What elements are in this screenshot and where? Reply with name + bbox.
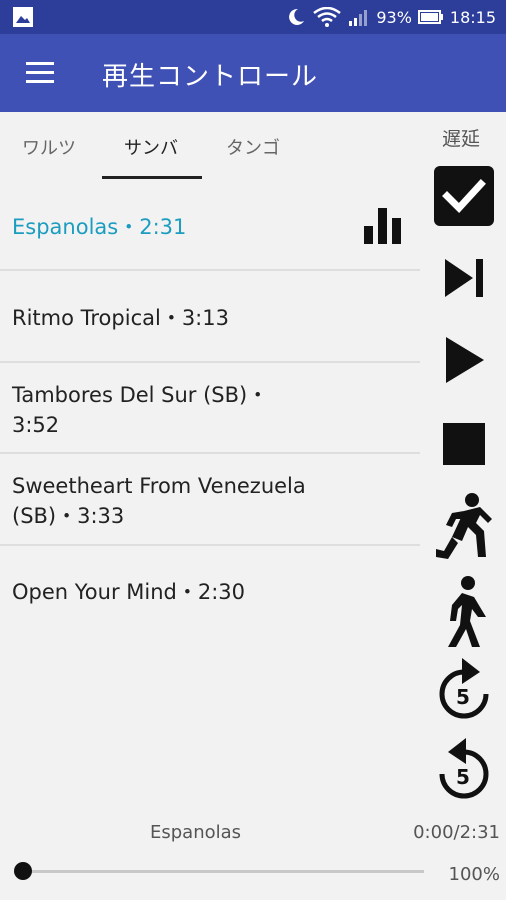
svg-text:5: 5 [456,685,470,709]
replay-5-icon: 5 [439,738,489,799]
walk-icon [448,576,486,647]
clock: 18:15 [449,7,496,27]
tab-waltz[interactable]: ワルツ [22,134,76,160]
track-label: Ritmo Tropical・3:13 [12,306,229,330]
delay-checkbox[interactable] [432,164,496,228]
seek-bar[interactable] [22,870,424,873]
run-icon [436,493,492,559]
track-label: Sweetheart From Venezuela (SB)・3:33 [12,474,306,528]
page-title: 再生コントロール [102,62,319,92]
stop-icon [443,423,485,465]
track-label: Open Your Mind・2:30 [12,580,246,604]
divider [0,269,420,271]
wifi-icon [313,7,342,27]
track-label: Espanolas・2:31 [12,215,187,239]
battery-percent: 93% [376,7,412,27]
delay-label: 遅延 [442,128,481,150]
replay-5-button[interactable]: 5 [432,734,496,808]
forward-5-icon: 5 [439,658,489,719]
svg-text:5: 5 [456,765,470,789]
time-readout: 0:00/2:31 [413,822,500,843]
now-playing-title: Espanolas [150,822,242,843]
seek-thumb[interactable] [14,862,32,880]
app-bar: 再生コントロール [0,34,506,112]
divider [0,361,420,363]
active-tab-indicator [102,176,202,179]
divider [0,452,420,454]
tab-tango[interactable]: タンゴ [226,134,280,160]
battery-icon [417,10,443,24]
play-button[interactable] [432,328,496,392]
forward-5-button[interactable]: 5 [432,654,496,728]
skip-next-button[interactable] [432,246,496,310]
speed-readout: 100% [448,864,500,885]
skip-next-icon [445,259,483,297]
speed-up-button[interactable] [432,490,496,568]
divider [0,544,420,546]
tab-bar: ワルツ サンバ タンゴ [0,112,420,182]
checkbox-icon [434,166,494,226]
track-label: Tambores Del Sur (SB)・3:52 [12,383,269,437]
menu-icon[interactable] [26,62,54,84]
equalizer-icon [364,208,401,244]
moon-icon [289,8,305,25]
signal-icon [349,10,368,26]
status-bar: 93% 18:15 [0,0,506,34]
stop-button[interactable] [432,412,496,476]
play-icon [446,337,484,383]
slow-down-button[interactable] [432,574,496,650]
tab-samba[interactable]: サンバ [124,134,178,160]
gallery-icon [13,7,33,27]
